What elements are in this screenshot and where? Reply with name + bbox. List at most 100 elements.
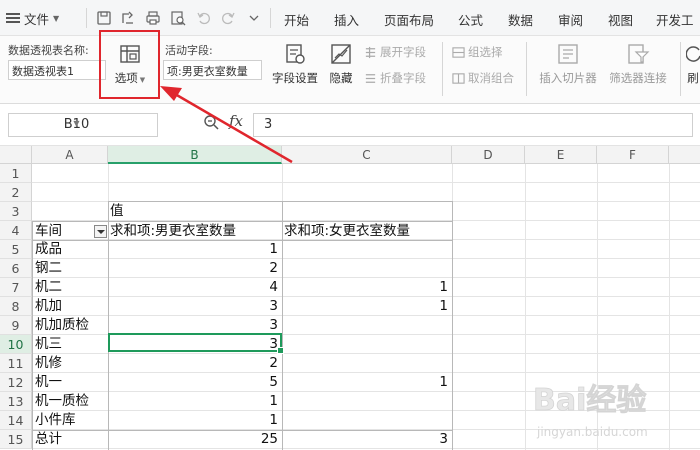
filter-connections-button[interactable]: 筛选器连接	[606, 42, 670, 86]
expand-field-icon	[365, 46, 376, 58]
row-header-2[interactable]: 2	[0, 183, 32, 202]
redo-icon[interactable]	[218, 8, 238, 28]
fx-icon[interactable]: fx	[229, 112, 243, 130]
row-header-1[interactable]: 1	[0, 164, 32, 183]
print-icon[interactable]	[143, 8, 163, 28]
column-header-d[interactable]: D	[452, 146, 525, 164]
name-box[interactable]: B10 ▼	[8, 113, 158, 137]
field-settings-button[interactable]: 字段设置	[270, 42, 320, 86]
pivot-border	[452, 201, 453, 450]
pivot-value-female[interactable]: 3	[284, 430, 448, 448]
group-selection-button[interactable]: 组选择	[452, 44, 503, 60]
slicer-icon	[558, 44, 578, 64]
active-field-label: 活动字段:	[165, 44, 213, 57]
expand-field-button[interactable]: 展开字段	[364, 44, 426, 60]
tab-review[interactable]: 审阅	[558, 10, 583, 29]
row-header-8[interactable]: 8	[0, 297, 32, 316]
ungroup-label: 取消组合	[468, 71, 514, 85]
hide-button[interactable]: 隐藏	[326, 42, 356, 86]
undo-icon[interactable]	[194, 8, 214, 28]
pivot-row-label[interactable]: 机三	[35, 335, 62, 353]
tab-page-layout[interactable]: 页面布局	[384, 10, 434, 29]
row-header-6[interactable]: 6	[0, 259, 32, 278]
zoom-icon[interactable]	[203, 114, 219, 130]
pivot-row-label[interactable]: 小件库	[35, 411, 76, 429]
pivot-col-b-header[interactable]: 求和项:男更衣室数量	[110, 222, 236, 240]
save-icon[interactable]	[94, 8, 114, 28]
pivot-value-male[interactable]: 5	[110, 373, 278, 391]
refresh-button[interactable]: 刷	[686, 42, 700, 86]
row-header-4[interactable]: 4	[0, 221, 32, 240]
divider	[270, 8, 271, 28]
pivot-value-female[interactable]: 1	[284, 373, 448, 391]
more-chevron-icon[interactable]	[244, 8, 264, 28]
pivot-value-male[interactable]: 4	[110, 278, 278, 296]
print-preview-icon[interactable]	[168, 8, 188, 28]
row-header-12[interactable]: 12	[0, 373, 32, 392]
divider	[526, 42, 527, 96]
expand-field-label: 展开字段	[380, 45, 426, 59]
row-header-15[interactable]: 15	[0, 430, 32, 449]
collapse-field-button[interactable]: 折叠字段	[364, 70, 426, 86]
pivot-row-label[interactable]: 机加	[35, 297, 62, 315]
pivot-row-label[interactable]: 钢二	[35, 259, 62, 277]
pivot-value-male[interactable]: 1	[110, 411, 278, 429]
group-selection-icon	[452, 46, 465, 58]
ungroup-icon	[452, 72, 465, 84]
tab-formulas[interactable]: 公式	[458, 10, 483, 29]
pivot-name-input[interactable]: 数据透视表1	[8, 60, 106, 80]
pivot-row-label[interactable]: 机一	[35, 373, 62, 391]
row-header-11[interactable]: 11	[0, 354, 32, 373]
tab-insert[interactable]: 插入	[334, 10, 359, 29]
insert-slicer-button[interactable]: 插入切片器	[536, 42, 600, 86]
pivot-value-male[interactable]: 2	[110, 354, 278, 372]
tab-home[interactable]: 开始	[284, 10, 309, 29]
pivot-value-male[interactable]: 3	[110, 297, 278, 315]
row-header-10[interactable]: 10	[0, 335, 32, 354]
pivot-value-female[interactable]: 1	[284, 278, 448, 296]
file-menu-label: 文件	[24, 11, 50, 27]
pivot-row-label[interactable]: 成品	[35, 240, 62, 258]
row-header-9[interactable]: 9	[0, 316, 32, 335]
column-header-e[interactable]: E	[525, 146, 597, 164]
formula-input[interactable]: 3	[253, 113, 693, 137]
pivot-value-male[interactable]: 2	[110, 259, 278, 277]
select-all-corner[interactable]	[0, 146, 32, 164]
refresh-icon	[686, 46, 700, 62]
pivot-row-label[interactable]: 机二	[35, 278, 62, 296]
filter-dropdown-button[interactable]	[94, 225, 107, 238]
pivot-row-label[interactable]: 机一质检	[35, 392, 89, 410]
row-header-14[interactable]: 14	[0, 411, 32, 430]
row-header-5[interactable]: 5	[0, 240, 32, 259]
column-header-g[interactable]	[669, 146, 700, 164]
pivot-value-male[interactable]: 3	[110, 316, 278, 334]
file-menu[interactable]: 文件 ▼	[6, 9, 59, 27]
pivot-row-label[interactable]: 总计	[35, 430, 62, 448]
pivot-value-male[interactable]: 1	[110, 240, 278, 258]
pivot-row-label[interactable]: 机修	[35, 354, 62, 372]
pivot-value-female[interactable]: 1	[284, 297, 448, 315]
active-field-input[interactable]: 项:男更衣室数量	[163, 60, 262, 80]
pivot-row-field-header[interactable]: 车间	[35, 222, 62, 240]
column-header-c[interactable]: C	[282, 146, 452, 164]
pivot-value-male[interactable]: 25	[110, 430, 278, 448]
pivot-value-male[interactable]: 1	[110, 392, 278, 410]
chevron-down-icon[interactable]: ▼	[9, 119, 144, 128]
row-header-7[interactable]: 7	[0, 278, 32, 297]
hide-icon	[331, 44, 351, 64]
tab-view[interactable]: 视图	[608, 10, 633, 29]
row-header-13[interactable]: 13	[0, 392, 32, 411]
pivot-col-c-header[interactable]: 求和项:女更衣室数量	[284, 222, 410, 240]
active-cell-selection[interactable]	[108, 333, 284, 354]
ungroup-button[interactable]: 取消组合	[452, 70, 514, 86]
pivot-row-label[interactable]: 机加质检	[35, 316, 89, 334]
export-icon[interactable]	[118, 8, 138, 28]
column-header-f[interactable]: F	[597, 146, 669, 164]
tab-developer[interactable]: 开发工	[656, 10, 694, 29]
tab-data[interactable]: 数据	[508, 10, 533, 29]
gridline	[525, 164, 526, 450]
pivot-values-header[interactable]: 值	[110, 202, 124, 220]
column-header-b[interactable]: B	[108, 146, 282, 164]
row-header-3[interactable]: 3	[0, 202, 32, 221]
column-header-a[interactable]: A	[32, 146, 108, 164]
